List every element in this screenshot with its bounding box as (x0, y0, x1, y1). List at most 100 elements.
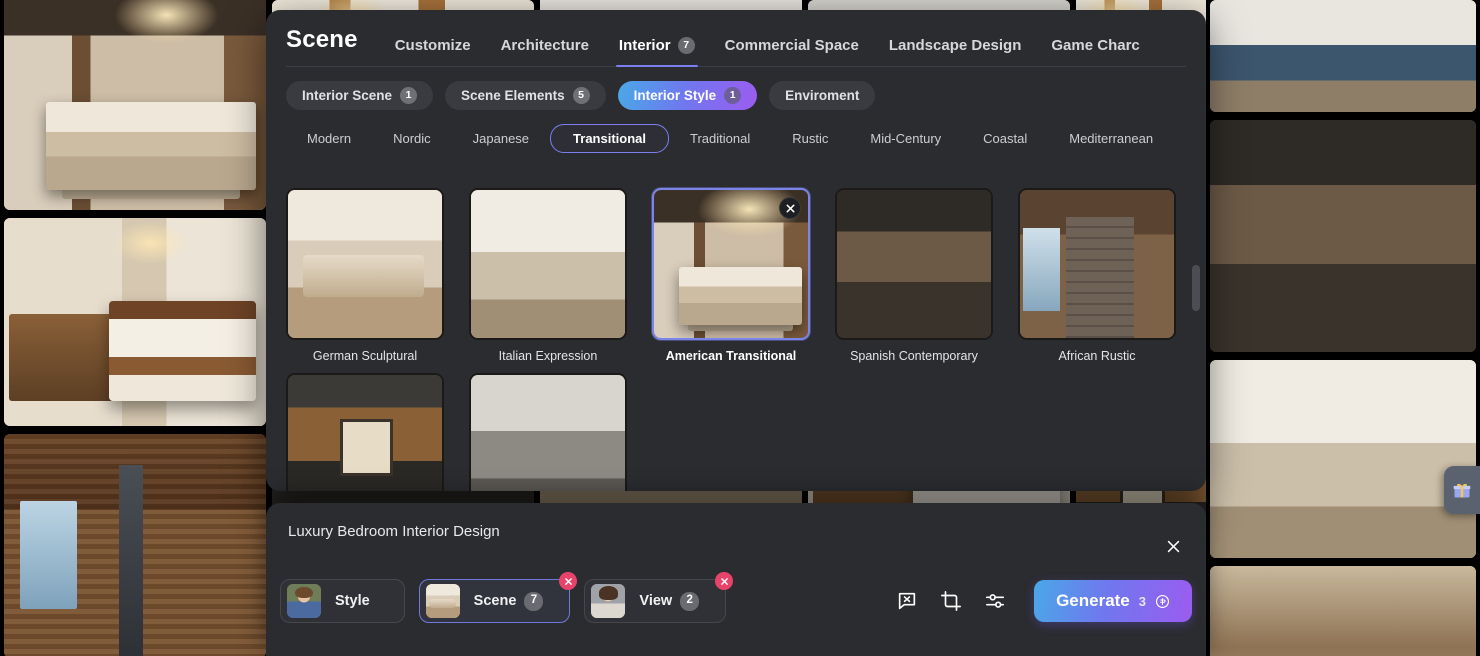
remove-reference-button[interactable] (715, 572, 734, 590)
style-card-label: African Rustic (1058, 349, 1136, 363)
crop-icon (941, 591, 962, 611)
tab-label: Landscape Design (888, 37, 1022, 54)
tab-customize[interactable]: Customize (380, 37, 486, 66)
settings-button[interactable] (978, 584, 1012, 618)
style-card[interactable]: American Transitional (652, 188, 810, 363)
panel-brand-title: Scene (286, 26, 358, 53)
style-card-thumbnail[interactable] (469, 188, 627, 340)
close-icon (1167, 540, 1179, 552)
reference-count-badge: 7 (524, 591, 544, 611)
chip-label: Enviroment (785, 88, 860, 103)
tab-label: Commercial Space (724, 37, 859, 54)
generate-cost: 3 (1138, 593, 1146, 609)
style-card-thumbnail[interactable] (286, 188, 444, 340)
gallery-image[interactable] (1210, 566, 1476, 656)
chip-label: Interior Scene (302, 88, 393, 103)
reference-chip-scene[interactable]: Scene 7 (418, 572, 578, 623)
style-card[interactable]: Spanish Contemporary (835, 188, 993, 363)
tab-interior[interactable]: Interior 7 (604, 37, 710, 67)
scene-image (4, 0, 266, 210)
style-filter-coastal[interactable]: Coastal (962, 124, 1048, 153)
gallery-image[interactable] (4, 434, 266, 656)
remove-reference-button[interactable] (559, 572, 578, 590)
style-filter-transitional[interactable]: Transitional (550, 124, 670, 153)
screen: Scene Customize Architecture Interior 7 Comm… (0, 0, 1480, 656)
style-card[interactable]: German Sculptural (286, 188, 444, 363)
gallery-image[interactable] (1210, 360, 1476, 558)
style-card[interactable] (469, 373, 627, 491)
reference-chip-list: Style Scene 7 View 2 (280, 572, 740, 623)
scene-image (471, 190, 625, 338)
style-filter-modern[interactable]: Modern (286, 124, 372, 153)
gallery-image[interactable] (1210, 0, 1476, 112)
reference-label: Style (335, 593, 370, 609)
scene-image (1210, 360, 1476, 558)
style-card-grid: German Sculptural Italian Expression Ameri… (286, 174, 1186, 491)
tab-architecture[interactable]: Architecture (486, 37, 604, 66)
style-card[interactable]: Italian Expression (469, 188, 627, 363)
tab-count-badge: 7 (677, 37, 695, 54)
style-card-thumbnail[interactable] (286, 373, 444, 491)
tab-game-charc[interactable]: Game Charc (1036, 37, 1154, 66)
tab-commercial-space[interactable]: Commercial Space (710, 37, 874, 66)
style-card-label: Italian Expression (498, 349, 598, 363)
panel-scrollbar[interactable] (1192, 265, 1200, 311)
chip-scene-elements[interactable]: Scene Elements 5 (445, 81, 606, 110)
settings-sliders-icon (985, 594, 1005, 608)
tab-bar: Scene Customize Architecture Interior 7 Comm… (286, 26, 1186, 67)
prompt-title: Luxury Bedroom Interior Design (288, 523, 500, 540)
style-filter-japanese[interactable]: Japanese (452, 124, 550, 153)
chip-label: Scene Elements (461, 88, 565, 103)
gallery-image[interactable] (1210, 120, 1476, 352)
chip-interior-scene[interactable]: Interior Scene 1 (286, 81, 434, 110)
scene-image (1020, 190, 1174, 338)
gallery-image[interactable] (4, 218, 266, 426)
style-filter-traditional[interactable]: Traditional (669, 124, 771, 153)
scene-image (1210, 566, 1476, 656)
deselect-card-button[interactable] (779, 197, 801, 219)
scene-image (425, 584, 460, 618)
chip-count-badge: 1 (724, 87, 742, 104)
style-card-thumbnail[interactable] (1018, 188, 1176, 340)
clear-prompt-button[interactable] (890, 584, 924, 618)
scene-image (1210, 0, 1476, 112)
tab-landscape-design[interactable]: Landscape Design (874, 37, 1037, 66)
tab-label: Game Charc (1051, 37, 1140, 54)
crop-button[interactable] (934, 584, 968, 618)
chip-interior-style[interactable]: Interior Style 1 (617, 81, 758, 110)
style-card-thumbnail[interactable] (652, 188, 810, 340)
chip-label: Interior Style (633, 88, 717, 103)
style-filter-rustic[interactable]: Rustic (771, 124, 849, 153)
reference-chip-view[interactable]: View 2 (584, 572, 734, 623)
style-card-scroll-area[interactable]: German Sculptural Italian Expression Ameri… (266, 174, 1206, 491)
gift-floating-button[interactable] (1444, 466, 1480, 514)
chip-enviroment[interactable]: Enviroment (769, 81, 876, 110)
credit-icon (1156, 594, 1169, 608)
tab-label: Interior (618, 37, 671, 54)
style-card-label: Spanish Contemporary (850, 349, 978, 363)
scene-image (471, 375, 625, 491)
reference-thumbnail (425, 584, 460, 618)
style-card[interactable] (286, 373, 444, 491)
prompt-bottom-bar: Luxury Bedroom Interior Design Style Scen… (266, 503, 1206, 656)
gallery-image[interactable] (4, 0, 266, 210)
reference-label: Scene (473, 593, 517, 609)
generate-button[interactable]: Generate 3 (1034, 580, 1192, 622)
close-bottom-bar-button[interactable] (1158, 531, 1188, 561)
style-filter-mediterranean[interactable]: Mediterranean (1048, 124, 1174, 153)
scene-image (288, 190, 442, 338)
generate-label: Generate (1056, 591, 1130, 610)
scene-image (287, 584, 321, 618)
panel-header: Scene Customize Architecture Interior 7 Comm… (266, 10, 1206, 153)
close-icon (720, 577, 728, 585)
style-filter-nordic[interactable]: Nordic (372, 124, 452, 153)
scene-image (1210, 120, 1476, 352)
close-icon (565, 577, 572, 585)
style-card-thumbnail[interactable] (469, 373, 627, 491)
style-card[interactable]: African Rustic (1018, 188, 1176, 363)
style-card-thumbnail[interactable] (835, 188, 993, 340)
reference-thumbnail (591, 584, 626, 618)
style-filter-mid-century[interactable]: Mid-Century (849, 124, 962, 153)
reference-chip-style[interactable]: Style (280, 579, 405, 623)
tab-label: Customize (394, 37, 471, 54)
